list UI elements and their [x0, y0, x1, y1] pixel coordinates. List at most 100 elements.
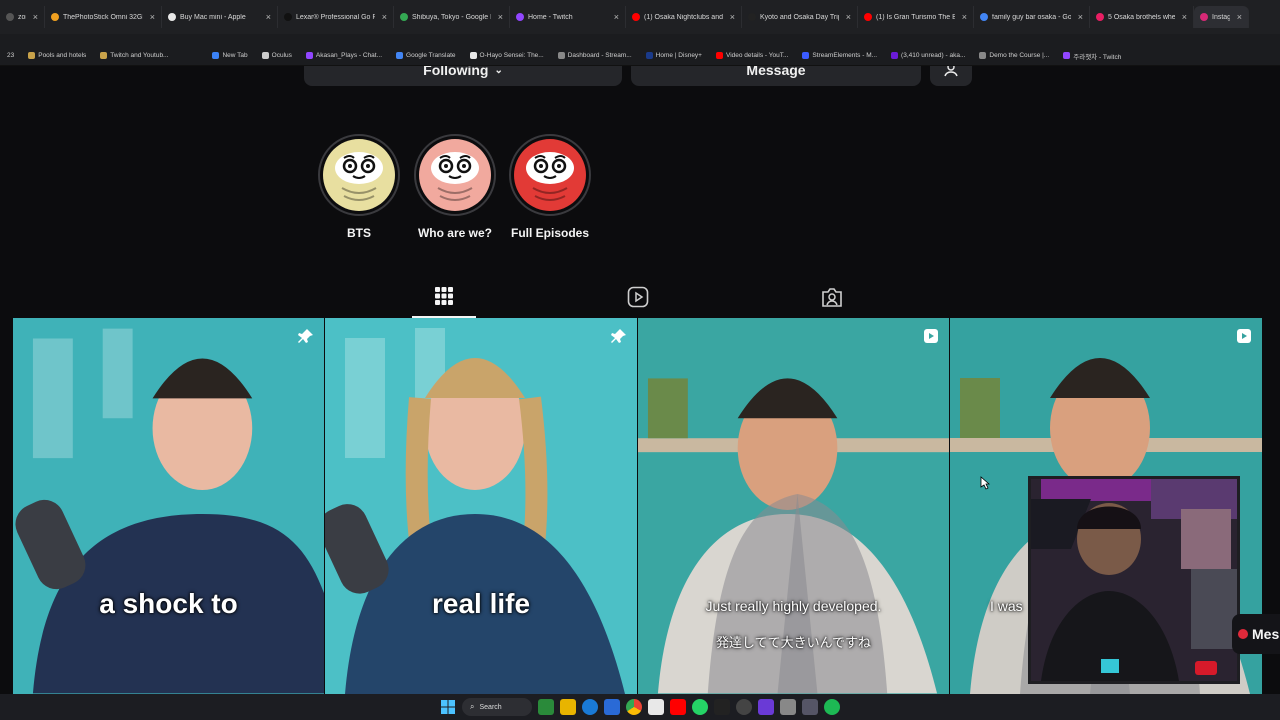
bookmark-label: New Tab: [222, 52, 248, 59]
bookmark-item[interactable]: (3,410 unread) - aka...: [886, 52, 970, 59]
bookmark-item[interactable]: Demo the Course |...: [974, 52, 1054, 59]
bookmark-favicon-icon: [469, 52, 477, 59]
bookmark-item[interactable]: New Tab: [207, 52, 252, 59]
tab-favicon-icon: [980, 13, 988, 21]
tab-title: Home - Twitch: [528, 13, 573, 21]
post-thumbnail[interactable]: a shock to: [13, 318, 324, 694]
tab-close-icon[interactable]: ×: [382, 12, 387, 22]
tab-close-icon[interactable]: ×: [266, 12, 271, 22]
bookmark-label: (3,410 unread) - aka...: [901, 52, 966, 59]
browser-tab[interactable]: ThePhotoStick Omni 32GB, Ph ×: [45, 6, 162, 28]
tab-title: Shibuya, Tokyo - Google Maps: [412, 13, 491, 21]
tab-close-icon[interactable]: ×: [1237, 12, 1242, 22]
bookmark-favicon-icon: [1063, 52, 1071, 59]
daruma-icon: [323, 139, 395, 211]
bookmark-favicon-icon: [212, 52, 220, 59]
story-highlight[interactable]: Full Episodes: [509, 134, 591, 240]
tab-title: (1) Osaka Nightclubs and Bars: [644, 13, 723, 21]
tab-close-icon[interactable]: ×: [962, 12, 967, 22]
bookmark-item[interactable]: 23: [2, 52, 19, 59]
message-button[interactable]: Message: [631, 66, 921, 86]
bookmark-item[interactable]: Dashboard - Stream...: [553, 52, 637, 59]
tab-close-icon[interactable]: ×: [498, 12, 503, 22]
whatsapp-icon[interactable]: [692, 699, 708, 715]
youtube-icon[interactable]: [670, 699, 686, 715]
bookmark-item[interactable]: Video details - YouT...: [711, 52, 793, 59]
messages-label: Mes: [1252, 626, 1280, 642]
browser-tab[interactable]: 5 Osaka brothels where you ca ×: [1090, 6, 1194, 28]
browser-tab[interactable]: (1) Is Gran Turismo The Best Si ×: [858, 6, 974, 28]
bookmark-item[interactable]: Home | Disney+: [641, 52, 707, 59]
tool-icon[interactable]: [780, 699, 796, 715]
browser-tab[interactable]: Lexar® Professional Go Portab ×: [278, 6, 394, 28]
bookmark-label: StreamElements - M...: [812, 52, 878, 59]
browser-tab[interactable]: (1) Osaka Nightclubs and Bars ×: [626, 6, 742, 28]
post-image: [325, 318, 637, 694]
bookmark-item[interactable]: StreamElements - M...: [797, 52, 882, 59]
message-label: Message: [746, 66, 806, 78]
bookmark-item[interactable]: Google Translate: [391, 52, 461, 59]
reels-icon: [627, 286, 649, 308]
tab-reels[interactable]: [606, 276, 670, 318]
bookmark-label: 23: [7, 52, 15, 59]
post-thumbnail[interactable]: real life: [325, 318, 637, 694]
tab-close-icon[interactable]: ×: [150, 12, 155, 22]
browser-tab[interactable]: Instagram ×: [1194, 6, 1249, 28]
tab-close-icon[interactable]: ×: [1078, 12, 1083, 22]
tab-tagged[interactable]: [800, 276, 864, 318]
messages-popout[interactable]: Mes: [1232, 614, 1280, 654]
bookmark-favicon-icon: [715, 52, 723, 59]
twitch-app-icon[interactable]: [758, 699, 774, 715]
browser-tab[interactable]: Shibuya, Tokyo - Google Maps ×: [394, 6, 510, 28]
tab-favicon-icon: [6, 13, 14, 21]
address-bar-area: [0, 34, 1280, 46]
search-label: Search: [479, 703, 502, 711]
browser-tab[interactable]: Buy Mac mini - Apple ×: [162, 6, 278, 28]
post-thumbnail[interactable]: Just really highly developed. 発達してて大きいんです…: [638, 318, 949, 694]
chevron-down-icon: ⌄: [494, 66, 503, 76]
bookmarks-bar: 23 Pools and hotels Twitch and Youtub... Ne…: [0, 46, 1280, 66]
bookmark-item[interactable]: Twitch and Youtub...: [95, 52, 173, 59]
tab-close-icon[interactable]: ×: [846, 12, 851, 22]
post-subtitle: 発達してて大きいんですね: [716, 635, 871, 650]
story-highlight[interactable]: Who are we?: [414, 134, 496, 240]
app-icon-2[interactable]: [802, 699, 818, 715]
suggest-user-button[interactable]: [930, 66, 972, 86]
tab-close-icon[interactable]: ×: [1182, 12, 1187, 22]
spotify-icon[interactable]: [824, 699, 840, 715]
bookmark-item[interactable]: O-Hayo Sensei: The...: [465, 52, 549, 59]
bookmark-label: Dashboard - Stream...: [567, 52, 632, 59]
bookmark-item[interactable]: Akasan_Plays - Chat...: [301, 52, 387, 59]
bookmark-favicon-icon: [979, 52, 987, 59]
calendar-icon[interactable]: [648, 699, 664, 715]
capcut-icon[interactable]: [714, 699, 730, 715]
file-explorer-icon[interactable]: [560, 699, 576, 715]
tab-favicon-icon: [1200, 13, 1208, 21]
story-highlight[interactable]: BTS: [318, 134, 400, 240]
bookmark-item[interactable]: Pools and hotels: [23, 52, 91, 59]
daruma-icon: [514, 139, 586, 211]
mail-icon[interactable]: [604, 699, 620, 715]
bookmark-label: Akasan_Plays - Chat...: [315, 52, 383, 59]
app-icon[interactable]: [538, 699, 554, 715]
browser-tab[interactable]: zon.co.jp® ×: [0, 6, 45, 28]
tab-close-icon[interactable]: ×: [33, 12, 38, 22]
following-button[interactable]: Following ⌄: [304, 66, 622, 86]
bookmark-label: Home | Disney+: [655, 52, 702, 59]
tab-close-icon[interactable]: ×: [614, 12, 619, 22]
chrome-icon[interactable]: [626, 699, 642, 715]
browser-tab[interactable]: family guy bar osaka - Google ×: [974, 6, 1090, 28]
obs-icon[interactable]: [736, 699, 752, 715]
streamer-webcam-image: [1031, 479, 1237, 681]
daruma-icon: [419, 139, 491, 211]
browser-tab[interactable]: Home - Twitch ×: [510, 6, 626, 28]
tab-close-icon[interactable]: ×: [730, 12, 735, 22]
browser-tab[interactable]: Kyoto and Osaka Day Trip | Kat ×: [742, 6, 858, 28]
tab-posts-grid[interactable]: [412, 276, 476, 318]
bookmark-item[interactable]: 주라챗차 - Twitch: [1058, 51, 1126, 61]
taskbar-search[interactable]: ⌕ Search: [462, 698, 532, 716]
bookmark-item[interactable]: Oculus: [257, 52, 297, 59]
edge-icon[interactable]: [582, 699, 598, 715]
start-menu-icon[interactable]: [440, 699, 456, 715]
bookmark-label: Video details - YouT...: [725, 52, 789, 59]
